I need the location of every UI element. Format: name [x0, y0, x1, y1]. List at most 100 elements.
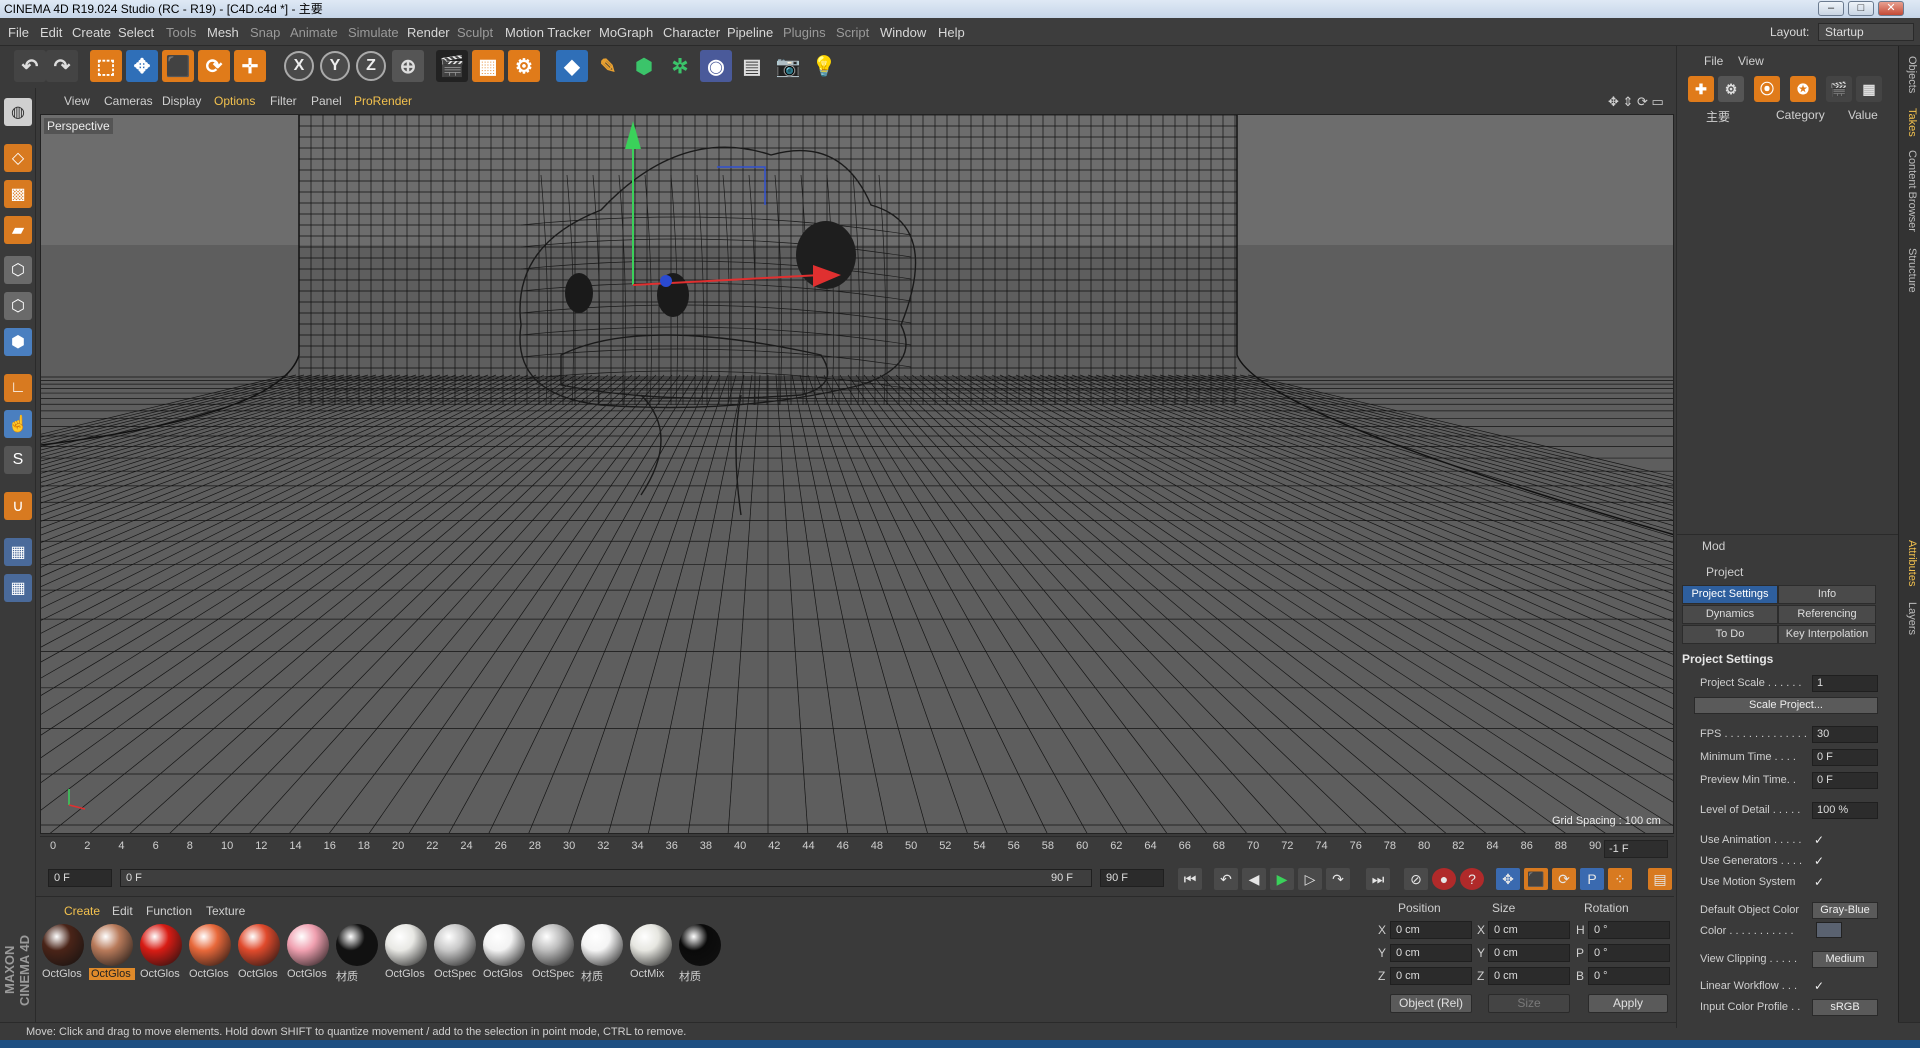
menu-edit[interactable]: Edit	[40, 25, 62, 40]
render-settings-icon[interactable]: ⚙	[508, 50, 540, 82]
menu-create[interactable]: Create	[72, 25, 111, 40]
subdivision-generator-icon[interactable]: ⬢	[628, 50, 660, 82]
side-tab-content-browser[interactable]: Content Browser	[1900, 150, 1918, 232]
end-frame-field[interactable]: 90 F	[1100, 869, 1164, 887]
override-icon[interactable]: ⦿	[1754, 76, 1780, 102]
attribute-mode-menu[interactable]: Mod	[1702, 539, 1725, 553]
move-tool-icon[interactable]: ✥	[126, 50, 158, 82]
menu-mesh[interactable]: Mesh	[207, 25, 239, 40]
record-parameter-icon[interactable]: P	[1580, 868, 1604, 890]
live-selection-icon[interactable]: ⬚	[90, 50, 122, 82]
axis-mode-icon[interactable]: ∟	[4, 374, 32, 402]
add-take-icon[interactable]: ✚	[1688, 76, 1714, 102]
menu-animate[interactable]: Animate	[290, 25, 338, 40]
material-item[interactable]: OctSpec	[530, 922, 576, 986]
next-frame-icon[interactable]: ▷	[1298, 868, 1322, 890]
menu-plugins[interactable]: Plugins	[783, 25, 826, 40]
material-item[interactable]: OctSpec	[432, 922, 478, 986]
polygons-mode-icon[interactable]: ⬢	[4, 328, 32, 356]
fps-field[interactable]: 30	[1812, 726, 1878, 743]
material-item[interactable]: OctGlos	[138, 922, 184, 986]
rotate-tool-icon[interactable]: ⟳	[198, 50, 230, 82]
color-swatch[interactable]	[1816, 922, 1842, 938]
deformer-icon[interactable]: ◉	[700, 50, 732, 82]
go-to-end-icon[interactable]: ⏭	[1366, 868, 1390, 890]
menu-snap[interactable]: Snap	[250, 25, 280, 40]
menu-simulate[interactable]: Simulate	[348, 25, 399, 40]
workplane-mode-icon[interactable]: ▰	[4, 216, 32, 244]
viewport-menu-display[interactable]: Display	[162, 94, 201, 108]
viewport-menu-panel[interactable]: Panel	[311, 94, 342, 108]
z-axis-lock-icon[interactable]: Z	[356, 51, 386, 81]
override-group-icon[interactable]: ✪	[1790, 76, 1816, 102]
side-tab-layers[interactable]: Layers	[1900, 602, 1918, 635]
tab-to-do[interactable]: To Do	[1682, 625, 1778, 644]
close-button[interactable]: ✕	[1878, 1, 1904, 16]
pen-spline-icon[interactable]: ✎	[592, 50, 624, 82]
viewport-menu-filter[interactable]: Filter	[270, 94, 297, 108]
material-item[interactable]: 材质	[579, 922, 625, 986]
render-picture-viewer-icon[interactable]: ▦	[472, 50, 504, 82]
apply-button[interactable]: Apply	[1588, 994, 1668, 1013]
maximize-button[interactable]: □	[1848, 1, 1874, 16]
planar-workplane-icon[interactable]: ▦	[4, 574, 32, 602]
render-take-icon[interactable]: 🎬	[1826, 76, 1852, 102]
view-clipping-dropdown[interactable]: Medium	[1812, 951, 1878, 968]
workplane-lock-icon[interactable]: ▦	[4, 538, 32, 566]
floor-icon[interactable]: ▤	[736, 50, 768, 82]
previous-frame-icon[interactable]: ◀	[1242, 868, 1266, 890]
tab-key-interpolation[interactable]: Key Interpolation	[1778, 625, 1876, 644]
material-item[interactable]: 材质	[677, 922, 723, 986]
lock-overrides-icon[interactable]: ▦	[1856, 76, 1882, 102]
material-item[interactable]: OctGlos	[40, 922, 86, 986]
start-frame-field[interactable]: 0 F	[48, 869, 112, 887]
size-field[interactable]: 0 cm	[1488, 921, 1570, 939]
perspective-viewport[interactable]	[40, 114, 1674, 834]
camera-icon[interactable]: 📷	[772, 50, 804, 82]
menu-render[interactable]: Render	[407, 25, 450, 40]
x-axis-lock-icon[interactable]: X	[284, 51, 314, 81]
array-generator-icon[interactable]: ✲	[664, 50, 696, 82]
record-active-icon[interactable]: ⊘	[1404, 868, 1428, 890]
range-slider[interactable]: 0 F 90 F	[120, 869, 1092, 887]
minimum-time-field[interactable]: 0 F	[1812, 749, 1878, 766]
scale-project-button[interactable]: Scale Project...	[1694, 697, 1878, 714]
autokey-icon[interactable]: ●	[1432, 868, 1456, 890]
size-field[interactable]: 0 cm	[1488, 944, 1570, 962]
record-scale-icon[interactable]: ⬛	[1524, 868, 1548, 890]
material-item[interactable]: OctGlos	[89, 922, 135, 986]
edges-mode-icon[interactable]: ⬡	[4, 292, 32, 320]
material-menu-function[interactable]: Function	[146, 904, 192, 918]
light-icon[interactable]: 💡	[808, 50, 840, 82]
size-mode-dropdown[interactable]: Size	[1488, 994, 1570, 1013]
menu-select[interactable]: Select	[118, 25, 154, 40]
transform-tool-icon[interactable]: ✛	[234, 50, 266, 82]
tab-referencing[interactable]: Referencing	[1778, 605, 1876, 624]
material-menu-create[interactable]: Create	[64, 904, 100, 918]
texture-mode-icon[interactable]: ▩	[4, 180, 32, 208]
scheme-icon[interactable]: ▤	[1648, 868, 1672, 890]
material-item[interactable]: OctMix	[628, 922, 674, 986]
record-point-level-icon[interactable]: ⁘	[1608, 868, 1632, 890]
object-menu-file[interactable]: File	[1704, 54, 1723, 68]
menu-pipeline[interactable]: Pipeline	[727, 25, 773, 40]
linear-workflow-checkbox[interactable]: ✓	[1814, 980, 1826, 992]
snap-icon[interactable]: ∪	[4, 492, 32, 520]
viewport-nav-icons[interactable]: ✥ ⇕ ⟳ ▭	[1608, 94, 1664, 110]
menu-character[interactable]: Character	[663, 25, 720, 40]
side-tab-attributes[interactable]: Attributes	[1900, 540, 1918, 586]
menu-window[interactable]: Window	[880, 25, 926, 40]
layout-select[interactable]: Startup	[1818, 23, 1914, 41]
viewport-menu-options[interactable]: Options	[214, 94, 255, 108]
preview-min-time-field[interactable]: 0 F	[1812, 772, 1878, 789]
viewport-menu-prorender[interactable]: ProRender	[354, 94, 412, 108]
material-item[interactable]: OctGlos	[236, 922, 282, 986]
solo-mode-icon[interactable]: S	[4, 446, 32, 474]
default-object-color-dropdown[interactable]: Gray-Blue	[1812, 902, 1878, 919]
tab-project-settings[interactable]: Project Settings	[1682, 585, 1778, 604]
rotation-field[interactable]: 0 °	[1588, 967, 1670, 985]
position-field[interactable]: 0 cm	[1390, 967, 1472, 985]
make-editable-icon[interactable]: ◍	[4, 98, 32, 126]
record-rotation-icon[interactable]: ⟳	[1552, 868, 1576, 890]
level-of-detail-field[interactable]: 100 %	[1812, 802, 1878, 819]
